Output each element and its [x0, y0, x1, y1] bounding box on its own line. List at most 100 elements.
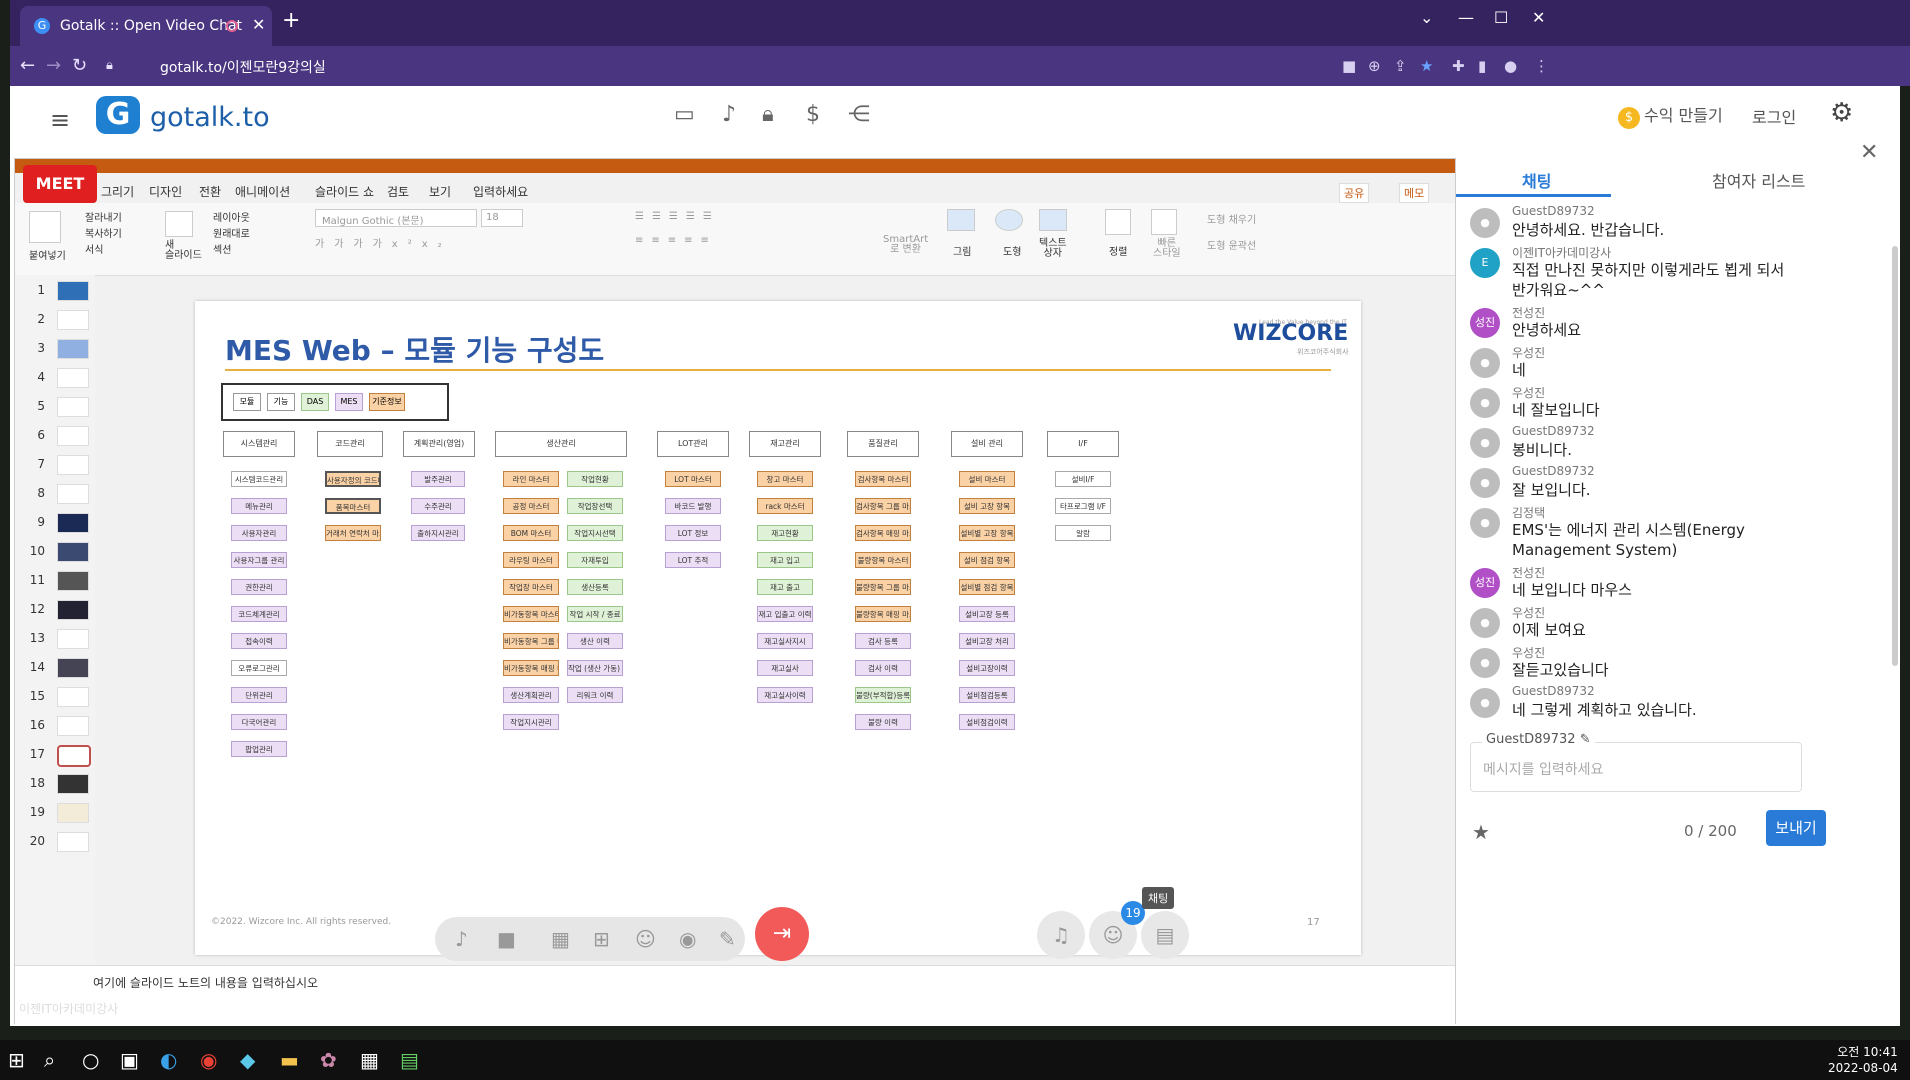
slide-thumb[interactable]: 10 — [25, 542, 95, 562]
slide-thumb[interactable]: 19 — [25, 803, 95, 823]
ppt-share-button[interactable]: 공유 — [1339, 183, 1370, 203]
slide-thumb[interactable]: 13 — [25, 629, 95, 649]
chrome-icon[interactable]: ◉ — [200, 1048, 217, 1072]
speaker-icon[interactable]: ♫ — [1037, 911, 1085, 959]
menu-view[interactable]: 보기 — [429, 183, 451, 200]
smartart-button[interactable]: SmartArt 로 변환 — [883, 235, 928, 255]
slide-thumb[interactable]: 7 — [25, 455, 95, 475]
menu-slideshow[interactable]: 슬라이드 쇼 — [315, 183, 374, 200]
tab-participants[interactable]: 참여자 리스트 — [1712, 168, 1805, 192]
url-text[interactable]: gotalk.to/이젠모란9강의실 — [160, 57, 326, 77]
slide-thumb[interactable]: 15 — [25, 687, 95, 707]
layout-button[interactable]: 레이아웃 — [213, 209, 250, 224]
logo-text[interactable]: gotalk.to — [150, 102, 270, 133]
mic-toggle-icon[interactable]: ♪ — [455, 927, 468, 951]
shape-fill-button[interactable]: 도형 채우기 — [1207, 211, 1256, 226]
slide-thumb[interactable]: 12 — [25, 600, 95, 620]
close-window-button[interactable]: ✕ — [1532, 8, 1545, 27]
record-icon[interactable]: ◉ — [679, 927, 696, 951]
slide-thumb[interactable]: 9 — [25, 513, 95, 533]
chat-scrollbar[interactable] — [1892, 246, 1898, 666]
share-icon[interactable]: ⋲ — [848, 102, 870, 127]
menu-design[interactable]: 디자인 — [149, 183, 182, 200]
ppt-memo-button[interactable]: 메모 — [1399, 183, 1430, 203]
tab-close-icon[interactable]: ✕ — [252, 15, 265, 34]
lock-icon[interactable]: 🔒︎ — [106, 58, 113, 73]
pen-icon[interactable]: ✎ — [719, 927, 736, 951]
slide-thumb[interactable]: 18 — [25, 774, 95, 794]
maximize-button[interactable]: ☐ — [1494, 8, 1508, 27]
list-buttons[interactable]: ☰☰☰☰☰ — [635, 211, 720, 222]
chat-icon[interactable]: ▤ — [1141, 911, 1189, 959]
slide-thumb[interactable]: 16 — [25, 716, 95, 736]
task-view-icon[interactable]: ▣ — [120, 1048, 139, 1072]
exit-room-button[interactable]: ⇥ — [755, 907, 809, 961]
textbox-icon[interactable] — [1039, 209, 1067, 231]
font-format-buttons[interactable]: 가가가가x²x₂ — [315, 235, 452, 250]
font-size-select[interactable]: 18 — [481, 209, 523, 227]
tell-me-input[interactable]: 입력하세요 — [473, 183, 528, 200]
copy-button[interactable]: 복사하기 — [85, 225, 122, 240]
new-slide-icon[interactable] — [165, 211, 193, 237]
camera-icon[interactable]: ■ — [1342, 57, 1356, 75]
arrange-icon[interactable] — [1105, 209, 1131, 235]
bookmark-star-icon[interactable]: ★ — [1420, 57, 1433, 75]
cortana-icon[interactable]: ○ — [82, 1048, 99, 1072]
app-icon[interactable]: ✿ — [320, 1048, 337, 1072]
earn-button[interactable]: $ 수익 만들기 — [1618, 102, 1723, 129]
file-explorer-icon[interactable]: ▬ — [280, 1048, 299, 1072]
shape-outline-button[interactable]: 도형 윤곽선 — [1207, 237, 1256, 252]
share-page-icon[interactable]: ⇪ — [1394, 57, 1407, 75]
menu-draw[interactable]: 그리기 — [101, 183, 134, 200]
slide-thumb[interactable]: 14 — [25, 658, 95, 678]
reload-icon[interactable]: ↻ — [72, 55, 87, 76]
emoji-icon[interactable]: ☺ — [635, 927, 656, 951]
edge-icon[interactable]: ◐ — [160, 1048, 177, 1072]
search-icon[interactable]: ⌕ — [44, 1048, 55, 1072]
windows-start-icon[interactable]: ⊞ — [8, 1048, 25, 1072]
shape-icon[interactable] — [995, 209, 1023, 231]
login-link[interactable]: 로그인 — [1752, 104, 1796, 128]
profile-icon[interactable]: ● — [1504, 57, 1517, 75]
tab-chat[interactable]: 채팅 — [1522, 168, 1551, 192]
browser-menu-icon[interactable]: ⋮ — [1534, 57, 1549, 75]
new-tab-button[interactable]: + — [282, 8, 300, 33]
slide-thumb-selected[interactable]: 17 — [25, 745, 95, 767]
menu-review[interactable]: 검토 — [387, 183, 409, 200]
edit-pencil-icon[interactable]: ✎ — [1580, 732, 1591, 747]
slide-thumb[interactable]: 4 — [25, 368, 95, 388]
close-sidebar-icon[interactable]: ✕ — [1860, 140, 1878, 165]
settings-gear-icon[interactable]: ⚙ — [1830, 98, 1853, 128]
slide-thumb[interactable]: 20 — [25, 832, 95, 852]
notepad-icon[interactable]: ▤ — [400, 1048, 419, 1072]
screen-share-icon[interactable]: ▭ — [674, 102, 695, 127]
forward-icon[interactable]: → — [46, 55, 61, 76]
slide-thumb[interactable]: 6 — [25, 426, 95, 446]
grid-layout-icon[interactable]: ▦ — [551, 927, 570, 951]
browser-tab[interactable]: G Gotalk :: Open Video Chat ✕ — [20, 6, 272, 46]
bird-app-icon[interactable]: ◆ — [240, 1048, 255, 1072]
menu-transition[interactable]: 전환 — [199, 183, 221, 200]
lock-room-icon[interactable]: 🔒︎ — [762, 102, 774, 127]
quick-style-icon[interactable] — [1151, 209, 1177, 235]
font-select[interactable]: Malgun Gothic (본문) — [315, 209, 477, 227]
menu-animation[interactable]: 애니메이션 — [235, 183, 290, 200]
calculator-icon[interactable]: ▦ — [360, 1048, 379, 1072]
slide-thumb[interactable]: 5 — [25, 397, 95, 417]
slide-thumb[interactable]: 1 — [25, 281, 95, 301]
format-painter-button[interactable]: 서식 — [85, 241, 103, 256]
slide-thumb[interactable]: 2 — [25, 310, 95, 330]
send-button[interactable]: 보내기 — [1766, 810, 1826, 846]
paste-icon[interactable] — [29, 211, 61, 243]
slide-thumb[interactable]: 11 — [25, 571, 95, 591]
dollar-icon[interactable]: $ — [806, 102, 820, 127]
section-button[interactable]: 섹션 — [213, 241, 231, 256]
zoom-icon[interactable]: ⊕ — [1368, 57, 1381, 75]
screen-add-icon[interactable]: ⊞ — [593, 927, 610, 951]
gotalk-logo-icon[interactable]: G — [96, 96, 140, 134]
slide-thumb[interactable]: 8 — [25, 484, 95, 504]
message-input[interactable]: 메시지를 입력하세요 — [1470, 742, 1802, 792]
picture-icon[interactable] — [947, 209, 975, 231]
camera-toggle-icon[interactable]: ■ — [497, 927, 516, 951]
minimize-button[interactable]: — — [1458, 8, 1474, 27]
